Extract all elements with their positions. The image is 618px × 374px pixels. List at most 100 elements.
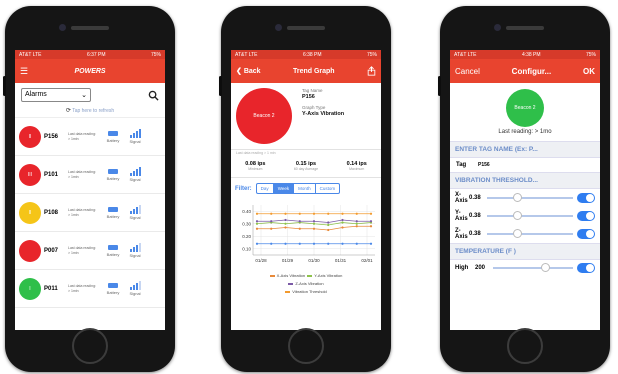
- battery-label: Battery: [106, 213, 120, 219]
- tag-row[interactable]: II P156 Last data reading: > 1min Battery Sig…: [15, 118, 165, 156]
- axis-slider[interactable]: [487, 193, 573, 202]
- axis-toggle[interactable]: [577, 229, 595, 239]
- status-bar: AT&T LTE 6:38 PM 75%: [231, 50, 381, 59]
- segment-week[interactable]: Week: [273, 184, 295, 193]
- date-filter-bar: Filter: Day Week Month Custom: [231, 178, 381, 199]
- app-logo: POWERS: [74, 67, 106, 75]
- battery-indicator: Battery: [102, 168, 124, 181]
- data-point: [255, 220, 259, 223]
- reading-info: Last data reading: > 1min: [68, 284, 102, 294]
- tag-row[interactable]: II P108 Last data reading: > 1min Battery Sig…: [15, 194, 165, 232]
- tag-row[interactable]: P007 Last data reading: > 1min Battery Signa…: [15, 232, 165, 270]
- data-point: [255, 227, 259, 230]
- legend-label: Vibration Threshold: [292, 289, 327, 294]
- segment-month[interactable]: Month: [294, 184, 316, 193]
- segment-day[interactable]: Day: [257, 184, 274, 193]
- signal-label: Signal: [129, 291, 141, 296]
- home-button[interactable]: [507, 328, 543, 364]
- y-tick-label: 0.20: [242, 234, 251, 239]
- status-bar: AT&T LTE 6:37 PM 75%: [15, 50, 165, 59]
- carrier: AT&T LTE: [19, 51, 42, 58]
- last-reading-text: Last reading: > 1mo: [498, 129, 552, 135]
- battery-label: Battery: [106, 251, 120, 257]
- tag-meta: Tag Name P156 Graph Type Y-Axis Vibratio…: [302, 88, 344, 144]
- dot-label: I: [29, 285, 31, 292]
- stat-avg: 0.15 ips 60 day Average: [294, 161, 318, 171]
- home-button[interactable]: [288, 328, 324, 364]
- tag-row[interactable]: I P011 Last data reading: > 1min Battery Sign…: [15, 270, 165, 308]
- signal-indicator: Signal: [124, 281, 146, 296]
- x-tick-label: 02/01: [361, 258, 373, 263]
- camera: [494, 24, 501, 31]
- slider-knob[interactable]: [541, 263, 550, 272]
- signal-label: Signal: [129, 253, 141, 258]
- data-point: [369, 212, 373, 215]
- axis-threshold-row: Y-Axis 0.38: [450, 207, 600, 225]
- battery-icon: [108, 206, 118, 212]
- ok-button[interactable]: OK: [583, 67, 595, 76]
- slider-knob[interactable]: [512, 229, 522, 238]
- data-point: [341, 242, 344, 245]
- axis-toggle[interactable]: [577, 211, 595, 221]
- cancel-button[interactable]: Cancel: [455, 67, 480, 76]
- axis-toggle[interactable]: [577, 193, 595, 203]
- segment-custom[interactable]: Custom: [316, 184, 340, 193]
- data-point: [270, 220, 273, 223]
- data-point: [312, 222, 316, 225]
- battery-indicator: Battery: [102, 206, 124, 219]
- y-tick-label: 0.30: [242, 221, 251, 226]
- refresh-text: Tap here to refresh: [72, 108, 115, 114]
- data-point: [312, 220, 316, 223]
- home-button[interactable]: [72, 328, 108, 364]
- data-point: [355, 222, 358, 225]
- tag-name-input[interactable]: P156: [478, 162, 490, 168]
- back-button[interactable]: ❮ Back: [236, 67, 261, 75]
- chart-legend: X-Axis Vibration Y-Axis Vibration Z-Axis…: [231, 272, 381, 296]
- data-point: [284, 242, 287, 245]
- menu-icon[interactable]: ☰: [20, 66, 28, 77]
- x-tick-label: 01/29: [282, 258, 294, 263]
- axis-value: 0.38: [469, 213, 481, 219]
- data-point: [355, 242, 358, 245]
- signal-indicator: Signal: [124, 129, 146, 144]
- axis-slider[interactable]: [487, 211, 573, 220]
- range-segmented-control: Day Week Month Custom: [255, 183, 341, 194]
- signal-label: Signal: [129, 139, 141, 144]
- stats-row: 0.08 ips Minimum 0.15 ips 60 day Average 0…: [231, 155, 381, 178]
- data-point: [270, 242, 273, 245]
- clock: 6:37 PM: [86, 51, 106, 58]
- refresh-icon: ⟳: [65, 108, 71, 114]
- carrier: AT&T LTE: [454, 51, 477, 58]
- alarm-filter-select[interactable]: Alarms ⌄: [21, 88, 91, 102]
- tag-name: P156: [44, 133, 59, 140]
- data-point: [312, 242, 316, 245]
- reading-ago: > 1min: [68, 212, 79, 217]
- share-icon[interactable]: [367, 66, 376, 76]
- slider-knob[interactable]: [512, 193, 522, 202]
- y-tick-label: 0.40: [242, 209, 251, 214]
- x-tick-label: 01/31: [335, 258, 347, 263]
- stat-label: Minimum: [248, 167, 263, 171]
- page-title: Trend Graph: [292, 67, 335, 75]
- reading-label: Last data reading:: [68, 207, 97, 212]
- data-point: [298, 227, 301, 230]
- search-icon[interactable]: [148, 90, 159, 101]
- axis-label: Y-Axis: [455, 210, 468, 222]
- temp-slider[interactable]: [493, 263, 573, 272]
- battery-icon: [108, 282, 118, 288]
- temp-toggle[interactable]: [577, 263, 595, 273]
- data-point: [369, 225, 373, 228]
- legend-label: Y-Axis Vibration: [314, 273, 343, 278]
- axis-threshold-row: Z-Axis 0.38: [450, 225, 600, 243]
- tag-row[interactable]: III P101 Last data reading: > 1min Battery Si…: [15, 156, 165, 194]
- data-point: [312, 227, 316, 230]
- beacon-status-circle: Beacon 2: [506, 89, 544, 127]
- app-header: ☰ POWERS: [15, 59, 165, 83]
- axis-slider[interactable]: [487, 229, 573, 238]
- beacon-summary: Beacon 2 Tag Name P156 Graph Type Y-Axis…: [231, 83, 381, 150]
- status-dot: III: [19, 163, 41, 186]
- refresh-link[interactable]: ⟳ Tap here to refresh: [15, 107, 165, 118]
- page-title: Configur...: [511, 66, 552, 76]
- slider-knob[interactable]: [512, 211, 522, 220]
- axis-label: Z-Axis: [455, 228, 468, 240]
